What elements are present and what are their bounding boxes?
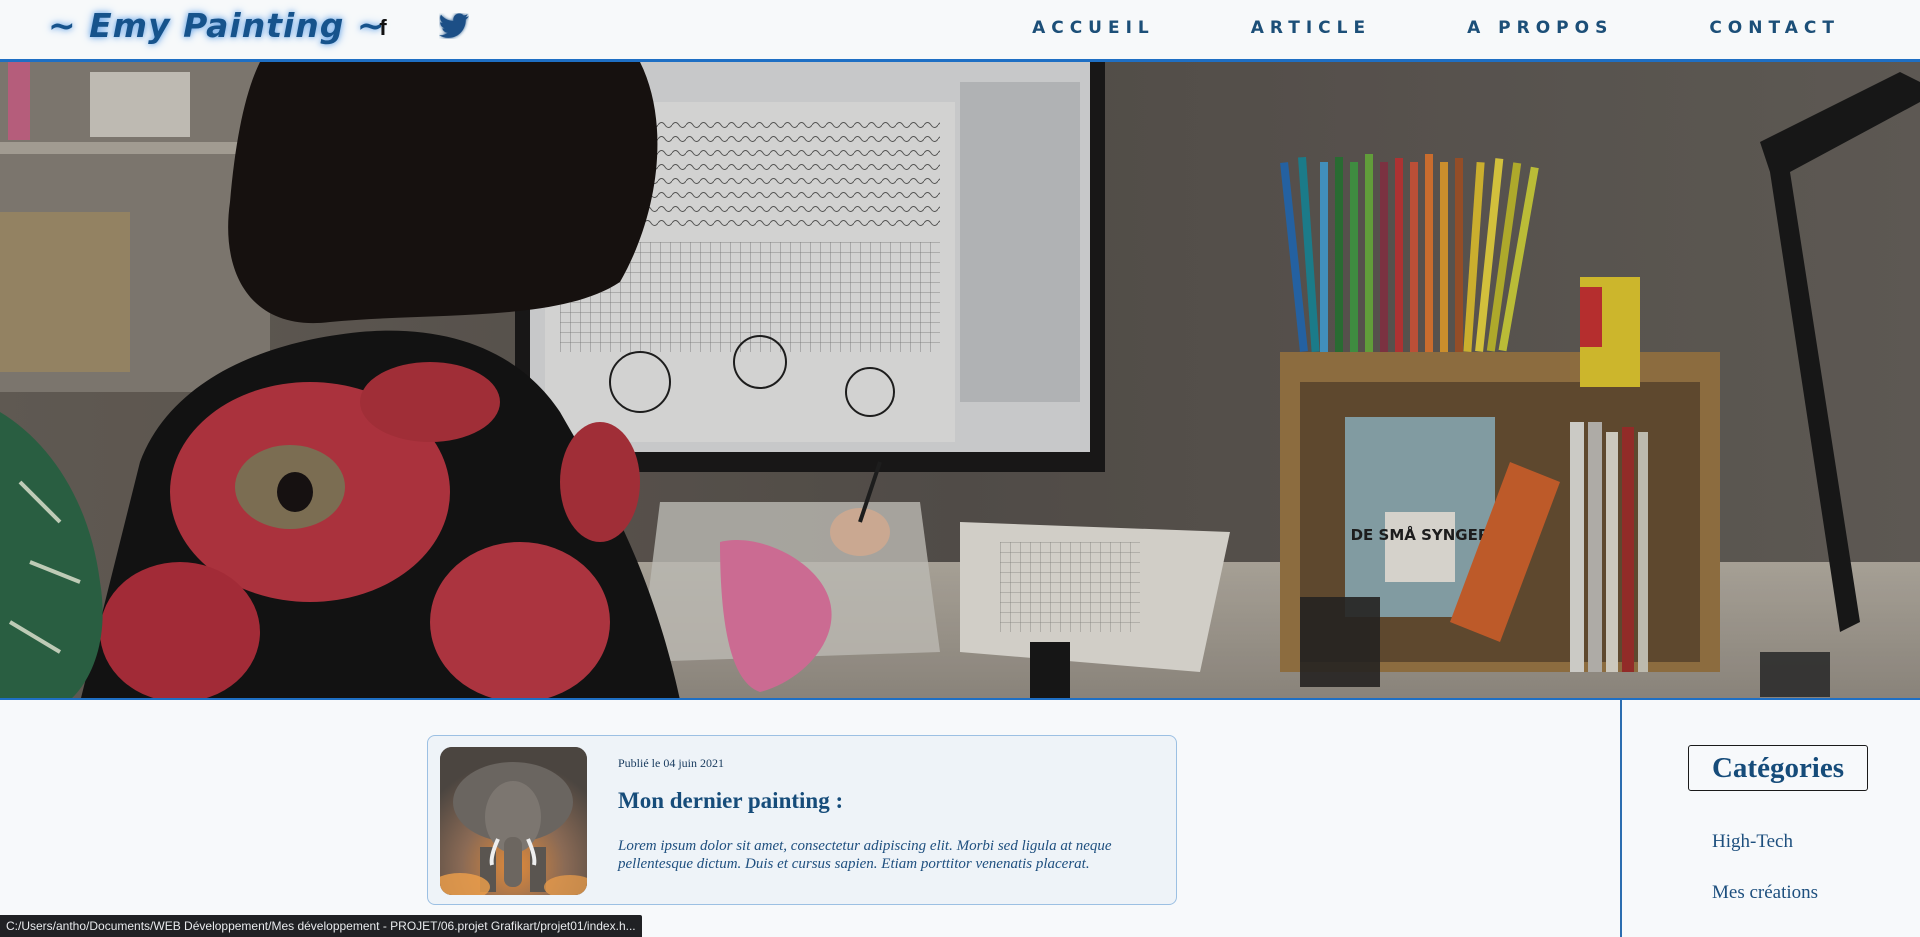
categories-title: Catégories (1688, 745, 1868, 791)
twitter-icon[interactable] (436, 10, 472, 42)
browser-status-bar: C:/Users/antho/Documents/WEB Développeme… (0, 915, 642, 937)
nav-accueil[interactable]: ACCUEIL (1032, 18, 1155, 38)
nav-a-propos[interactable]: A PROPOS (1467, 18, 1613, 38)
main-content: Publié le 04 juin 2021 Mon dernier paint… (0, 700, 1620, 937)
hero-banner: DE SMÅ SYNGER (0, 62, 1920, 700)
category-high-tech[interactable]: High-Tech (1712, 831, 1793, 853)
facebook-icon[interactable]: f (372, 12, 394, 44)
elephant-image (440, 747, 587, 895)
nav-article[interactable]: ARTICLE (1251, 18, 1371, 38)
article-title[interactable]: Mon dernier painting : (618, 788, 843, 814)
category-mes-creations[interactable]: Mes créations (1712, 882, 1818, 904)
main-nav: ACCUEIL ARTICLE A PROPOS CONTACT (1032, 18, 1840, 38)
article-excerpt: Lorem ipsum dolor sit amet, consectetur … (618, 838, 1112, 872)
site-logo[interactable]: ~ Emy Painting ~ (48, 6, 386, 45)
hero-illustration: DE SMÅ SYNGER (0, 62, 1920, 698)
nav-contact[interactable]: CONTACT (1709, 18, 1840, 38)
sidebar: Catégories High-Tech Mes créations (1620, 700, 1920, 937)
article-date: Publié le 04 juin 2021 (618, 756, 724, 770)
article-thumbnail[interactable] (440, 747, 587, 895)
article-card[interactable]: Publié le 04 juin 2021 Mon dernier paint… (427, 735, 1177, 905)
site-header: ~ Emy Painting ~ f ACCUEIL ARTICLE A PRO… (0, 0, 1920, 62)
